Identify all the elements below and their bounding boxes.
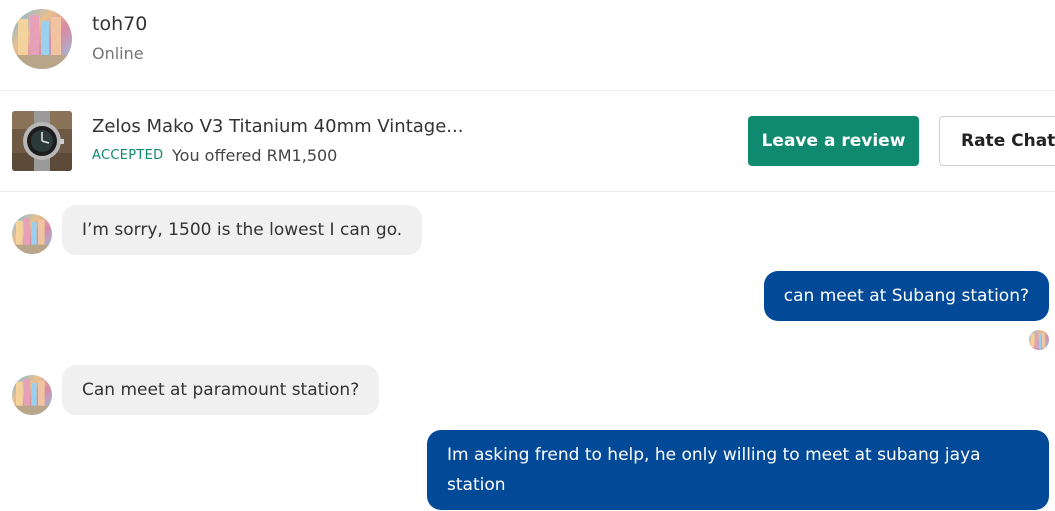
message-bubble-incoming: Can meet at paramount station? xyxy=(62,365,380,415)
watch-icon xyxy=(12,111,72,171)
read-receipt-avatar xyxy=(1029,330,1049,350)
user-avatar-icon xyxy=(12,375,52,415)
chat-window: toh70 Online Zelos Mako V3 Titanium 40mm… xyxy=(0,0,1055,511)
user-name[interactable]: toh70 xyxy=(92,13,147,35)
user-avatar[interactable] xyxy=(12,9,72,69)
sender-avatar xyxy=(12,214,52,254)
message-bubble-outgoing: Im asking frend to help, he only willing… xyxy=(427,430,1049,510)
user-avatar-icon xyxy=(12,9,72,69)
user-avatar-icon xyxy=(12,214,52,254)
offer-status-badge: ACCEPTED xyxy=(92,148,164,163)
user-avatar-icon xyxy=(1029,330,1049,350)
listing-bar: Zelos Mako V3 Titanium 40mm Vintage... A… xyxy=(0,91,1055,192)
offer-amount-text: You offered RM1,500 xyxy=(172,146,338,165)
listing-thumbnail[interactable] xyxy=(12,111,72,171)
sender-avatar xyxy=(12,375,52,415)
user-status: Online xyxy=(92,44,144,63)
message-bubble-incoming: I’m sorry, 1500 is the lowest I can go. xyxy=(62,205,423,255)
listing-title[interactable]: Zelos Mako V3 Titanium 40mm Vintage... xyxy=(92,116,463,137)
chat-header: toh70 Online xyxy=(0,0,1055,91)
leave-review-button[interactable]: Leave a review xyxy=(748,116,919,166)
message-bubble-outgoing: can meet at Subang station? xyxy=(763,271,1049,321)
rate-chat-button[interactable]: Rate Chat xyxy=(939,116,1055,166)
